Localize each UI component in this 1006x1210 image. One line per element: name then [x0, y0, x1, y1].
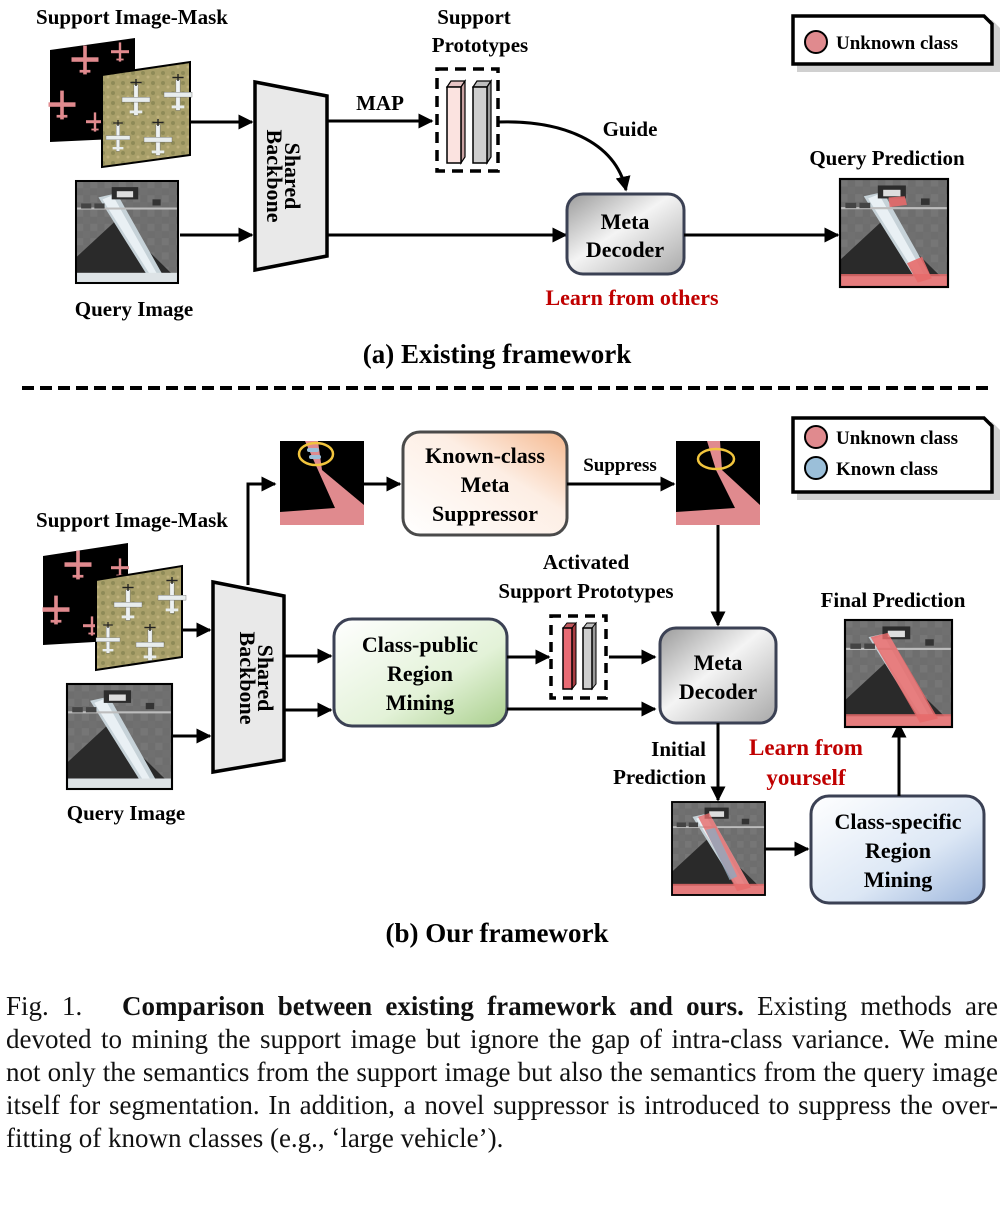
framework-diagram: Support Image-Mask Query Image Shared Ba… [22, 5, 1000, 948]
learn-from-others-label: Learn from others [545, 285, 719, 310]
legend-unknown-class: Unknown class [836, 33, 958, 54]
initial-prediction-label: Prediction [613, 765, 706, 789]
part-a: Support Image-Mask Query Image Shared Ba… [36, 5, 1000, 369]
unknown-class-swatch [804, 425, 828, 449]
suppressed-support-mask [676, 441, 760, 525]
part-b-title: (b) Our framework [386, 918, 609, 948]
known-class-meta-suppressor: Known-class Meta Suppressor [401, 430, 569, 537]
guide-label: Guide [603, 117, 658, 141]
meta-decoder-label: Meta [601, 209, 650, 234]
class-specific-label: Class-specific [834, 809, 961, 834]
figure-number: Fig. 1. [6, 991, 83, 1021]
known-class-swatch [804, 456, 828, 480]
class-specific-label: Region [865, 838, 931, 863]
suppress-label: Suppress [583, 455, 657, 476]
activated-prototypes-label: Support Prototypes [498, 579, 673, 603]
activated-support-prototypes [549, 614, 608, 700]
meta-decoder-label: Decoder [679, 679, 757, 704]
part-b: Support Image-Mask Query Image Shared Ba… [36, 416, 1000, 948]
query-image [74, 179, 180, 285]
meta-decoder-a: Meta Decoder [565, 192, 686, 276]
support-prototypes-label: Prototypes [432, 33, 528, 57]
query-prediction-label: Query Prediction [809, 146, 965, 170]
caption-title: Comparison between existing framework an… [121, 991, 744, 1021]
final-prediction-label: Final Prediction [821, 588, 966, 612]
learn-from-yourself-label: yourself [766, 765, 846, 790]
meta-decoder-b: Meta Decoder [658, 626, 778, 725]
query-image [65, 682, 174, 791]
backbone-label: Backbone [262, 130, 287, 223]
support-image [101, 60, 193, 169]
unknown-class-swatch [804, 30, 828, 54]
class-public-region-mining: Class-public Region Mining [332, 617, 509, 728]
activated-prototypes-label: Activated [543, 550, 630, 574]
class-specific-label: Mining [864, 867, 932, 892]
learn-from-yourself-label: Learn from [749, 735, 863, 760]
query-image-label: Query Image [67, 801, 185, 825]
legend-unknown-class: Unknown class [836, 428, 958, 449]
support-prototypes-label: Support [437, 5, 511, 29]
final-prediction-image [843, 618, 954, 729]
query-image-label: Query Image [75, 297, 193, 321]
suppressor-label: Meta [461, 472, 510, 497]
class-public-label: Mining [386, 690, 454, 715]
query-prediction-image [838, 177, 950, 289]
support-prototypes [435, 67, 500, 173]
shared-backbone: Shared Backbone [211, 579, 286, 775]
legend-known-class: Known class [836, 459, 938, 480]
legend-a: Unknown class [791, 14, 1000, 72]
figure-caption: Fig. 1. Comparison between existing fram… [6, 990, 998, 1155]
meta-decoder-label: Decoder [586, 237, 664, 262]
class-specific-region-mining: Class-specific Region Mining [809, 794, 986, 905]
suppressor-label: Suppressor [432, 501, 538, 526]
support-image [95, 564, 187, 672]
class-public-label: Class-public [362, 632, 478, 657]
support-image-mask-label: Support Image-Mask [36, 5, 228, 29]
suppressor-label: Known-class [425, 443, 545, 468]
legend-b: Unknown class Known class [791, 416, 1000, 500]
class-public-label: Region [387, 661, 453, 686]
initial-prediction-image [671, 801, 766, 896]
initial-prediction-label: Initial [651, 737, 706, 761]
backbone-label: Backbone [235, 632, 260, 725]
map-label: MAP [356, 91, 404, 115]
shared-backbone: Shared Backbone [253, 79, 329, 273]
meta-decoder-label: Meta [694, 650, 743, 675]
part-a-title: (a) Existing framework [363, 339, 631, 369]
support-image-mask-label: Support Image-Mask [36, 508, 228, 532]
support-mask-known-class [280, 441, 364, 525]
